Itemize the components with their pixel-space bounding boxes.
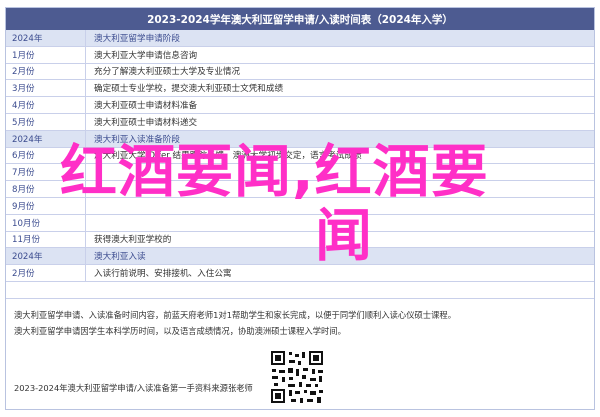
task-cell: 确定硕士专业学校，提交澳大利亚硕士文凭和成绩	[94, 84, 284, 95]
task-cell: 澳大利亚大学申请信息咨询	[94, 50, 198, 61]
document-title: 2023-2024学年澳大利亚留学申请/入读时间表（2024年入学）	[6, 8, 594, 30]
table-row: 4月份 澳大利亚硕士申请材料准备	[6, 97, 594, 114]
overlay-headline: 红酒要闻,红酒要 闻	[60, 140, 590, 268]
month-cell: 3月份	[6, 80, 86, 97]
footer-notes: 澳大利亚留学申请、入读准备时间内容，前蓝天府老师1对1帮助学生和家长完成，以便于…	[6, 298, 594, 412]
table-row: 5月份 澳大利亚硕士申请材料递交	[6, 113, 594, 131]
task-cell: 澳大利亚留学申请阶段	[94, 33, 180, 44]
overlay-line-1: 红酒要闻,红酒要	[60, 139, 489, 205]
month-cell: 1月份	[6, 46, 86, 63]
overlay-line-2: 闻	[315, 203, 373, 269]
task-cell: 澳大利亚硕士申请材料准备	[94, 101, 198, 112]
month-cell: 2024年	[6, 30, 86, 46]
footer-line-3: 2023-2024年澳大利亚留学申请/入读准备第一手资料来源张老师	[14, 383, 253, 393]
qr-code	[269, 349, 325, 405]
footer-line-2: 澳大利亚留学申请因学生本科学历时间，以及语言成绩情况，协助澳洲硕士课程入学时间。	[14, 326, 346, 336]
month-cell: 5月份	[6, 113, 86, 130]
table-row: 3月份 确定硕士专业学校，提交澳大利亚硕士文凭和成绩	[6, 80, 594, 98]
month-cell: 4月份	[6, 97, 86, 113]
task-cell: 充分了解澳大利亚硕士大学及专业情况	[94, 67, 241, 78]
qr-code-icon	[269, 349, 325, 405]
table-row: 2月份 充分了解澳大利亚硕士大学及专业情况	[6, 63, 594, 81]
footer-line-1: 澳大利亚留学申请、入读准备时间内容，前蓝天府老师1对1帮助学生和家长完成，以便于…	[14, 310, 456, 320]
section-row: 2024年 澳大利亚留学申请阶段	[6, 30, 594, 47]
task-cell: 澳大利亚硕士申请材料递交	[94, 117, 198, 128]
table-row: 1月份 澳大利亚大学申请信息咨询	[6, 46, 594, 64]
month-cell: 2月份	[6, 63, 86, 80]
